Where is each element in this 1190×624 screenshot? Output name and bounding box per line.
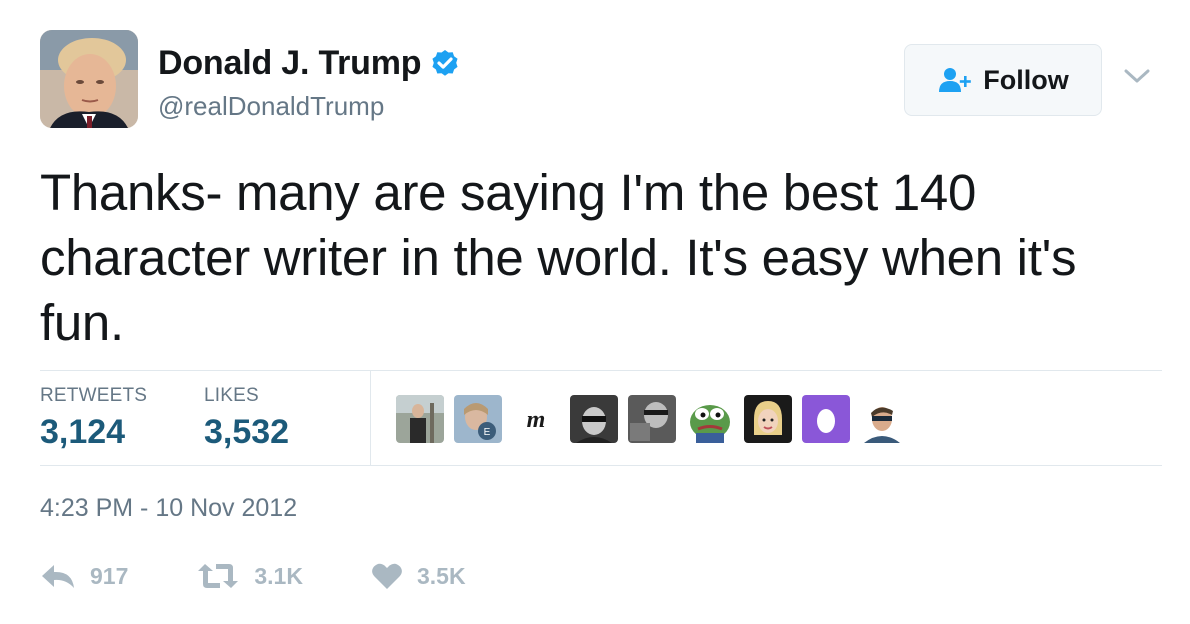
likers-avatars: E m (396, 395, 918, 443)
tweet-actions: 917 3.1K 3.5K (40, 558, 534, 594)
svg-text:E: E (484, 427, 491, 438)
retweet-button[interactable]: 3.1K (196, 562, 303, 590)
tweet-text: Thanks- many are saying I'm the best 140… (40, 164, 1077, 351)
retweets-stat[interactable]: RETWEETS 3,124 (40, 385, 147, 452)
liker-avatar[interactable]: E (454, 395, 502, 443)
liker-avatar[interactable] (396, 395, 444, 443)
liker-avatar[interactable]: m (512, 395, 560, 443)
display-name-row[interactable]: Donald J. Trump (158, 44, 461, 83)
user-handle[interactable]: @realDonaldTrump (158, 91, 461, 122)
like-button[interactable]: 3.5K (371, 562, 466, 590)
reply-button[interactable]: 917 (40, 562, 128, 590)
tweet-header: Donald J. Trump @realDonaldTrump Follow (40, 30, 1170, 130)
tweet-stats: RETWEETS 3,124 LIKES 3,532 E m (40, 370, 1162, 466)
reply-count: 917 (90, 562, 129, 589)
display-name[interactable]: Donald J. Trump (158, 44, 422, 83)
retweets-value: 3,124 (40, 413, 126, 451)
add-person-icon (939, 68, 972, 92)
liker-avatar[interactable] (744, 395, 792, 443)
liker-avatar[interactable] (686, 395, 734, 443)
verified-badge-icon (432, 49, 458, 76)
retweet-icon (198, 564, 239, 588)
retweet-count: 3.1K (254, 562, 303, 589)
tweet-timestamp[interactable]: 4:23 PM - 10 Nov 2012 (40, 494, 297, 523)
liker-avatar[interactable] (570, 395, 618, 443)
like-count: 3.5K (416, 562, 466, 589)
retweets-label: RETWEETS (40, 385, 148, 406)
likes-label: LIKES (204, 385, 259, 406)
likes-stat[interactable]: LIKES 3,532 (204, 385, 289, 452)
profile-avatar[interactable] (40, 30, 138, 128)
follow-button-label: Follow (983, 64, 1069, 95)
follow-button[interactable]: Follow (904, 44, 1102, 116)
likes-value: 3,532 (204, 413, 290, 451)
user-info: Donald J. Trump @realDonaldTrump (158, 44, 461, 122)
reply-icon (42, 565, 74, 588)
chevron-down-icon[interactable] (1122, 66, 1152, 86)
heart-icon (372, 563, 402, 589)
stats-divider (370, 371, 371, 465)
liker-avatar[interactable] (628, 395, 676, 443)
liker-avatar[interactable] (802, 395, 850, 443)
liker-avatar[interactable] (860, 395, 908, 443)
svg-text:m: m (527, 407, 546, 433)
